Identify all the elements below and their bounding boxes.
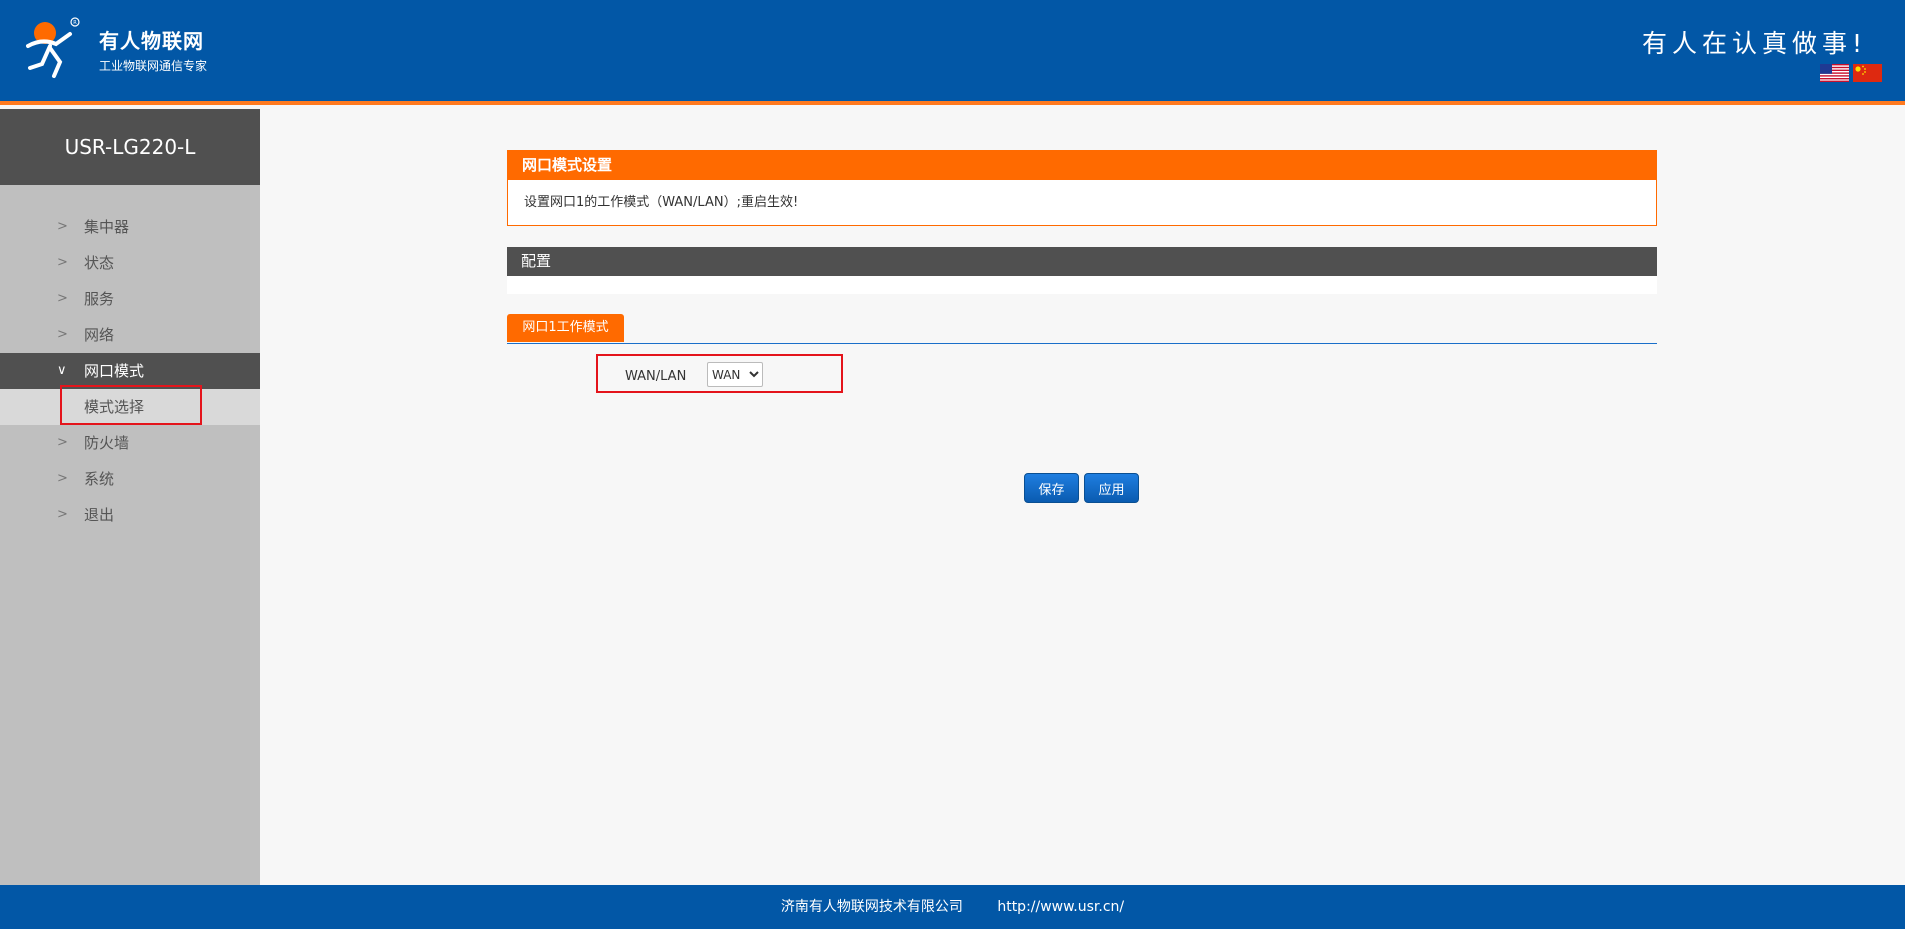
chevron-right-icon: > (57, 327, 68, 342)
sidebar-item-services[interactable]: > 服务 (0, 281, 260, 317)
sidebar-item-network[interactable]: > 网络 (0, 317, 260, 353)
save-button[interactable]: 保存 (1024, 473, 1079, 503)
chevron-right-icon: > (57, 507, 68, 522)
tab-bar: 网口1工作模式 (507, 314, 1657, 344)
sidebar-item-label: 网络 (84, 326, 115, 344)
wan-lan-label: WAN/LAN (625, 369, 687, 384)
notice-panel: 网口模式设置 设置网口1的工作模式（WAN/LAN）;重启生效! (507, 150, 1657, 226)
highlight-box-submenu (60, 385, 202, 425)
tab-port1-mode[interactable]: 网口1工作模式 (507, 314, 624, 342)
notice-title: 网口模式设置 (508, 151, 1656, 180)
chevron-right-icon: > (57, 471, 68, 486)
sidebar-item-label: 系统 (84, 470, 115, 488)
sidebar-item-logout[interactable]: > 退出 (0, 497, 260, 533)
wan-lan-select[interactable]: WAN (707, 362, 763, 387)
sidebar: USR-LG220-L > 集中器 > 状态 > 服务 > 网络 ∨ 网口模式 模式选择 … (0, 109, 260, 885)
sidebar-item-label: 状态 (84, 254, 115, 272)
sidebar-item-concentrator[interactable]: > 集中器 (0, 209, 260, 245)
footer: 济南有人物联网技术有限公司 http://www.usr.cn/ (0, 885, 1905, 929)
english-flag-icon[interactable] (1820, 64, 1849, 82)
sidebar-item-label: 集中器 (84, 218, 130, 236)
slogan: 有人在认真做事! (1641, 29, 1867, 58)
main-content: 网口模式设置 设置网口1的工作模式（WAN/LAN）;重启生效! 配置 网口1工… (260, 109, 1905, 885)
sidebar-item-label: 服务 (84, 290, 115, 308)
sidebar-item-status[interactable]: > 状态 (0, 245, 260, 281)
footer-company: 济南有人物联网技术有限公司 (780, 899, 963, 915)
chevron-right-icon: > (57, 435, 68, 450)
brand-name: 有人物联网 (99, 29, 204, 53)
sidebar-item-port-mode[interactable]: ∨ 网口模式 (0, 353, 260, 389)
header: R 有人物联网 工业物联网通信专家 有人在认真做事! (0, 0, 1905, 105)
config-title: 配置 (507, 247, 1657, 276)
chevron-down-icon: ∨ (57, 363, 67, 378)
sidebar-item-system[interactable]: > 系统 (0, 461, 260, 497)
sidebar-item-label: 退出 (84, 506, 115, 524)
brand-subtitle: 工业物联网通信专家 (99, 59, 208, 73)
sidebar-menu: > 集中器 > 状态 > 服务 > 网络 ∨ 网口模式 模式选择 > 防火墙 > 系统 > 退出 (0, 209, 260, 533)
sidebar-item-firewall[interactable]: > 防火墙 (0, 425, 260, 461)
device-name: USR-LG220-L (0, 109, 260, 185)
notice-text: 设置网口1的工作模式（WAN/LAN）;重启生效! (524, 195, 799, 210)
chevron-right-icon: > (57, 291, 68, 306)
chevron-right-icon: > (57, 219, 68, 234)
logo-icon: R (26, 17, 80, 78)
svg-text:R: R (73, 20, 77, 26)
sidebar-item-label: 网口模式 (84, 362, 145, 380)
apply-button[interactable]: 应用 (1084, 473, 1139, 503)
config-panel (507, 276, 1657, 294)
chinese-flag-icon[interactable] (1853, 64, 1882, 82)
footer-url-link[interactable]: http://www.usr.cn/ (997, 899, 1124, 915)
sidebar-item-label: 防火墙 (84, 434, 130, 452)
chevron-right-icon: > (57, 255, 68, 270)
